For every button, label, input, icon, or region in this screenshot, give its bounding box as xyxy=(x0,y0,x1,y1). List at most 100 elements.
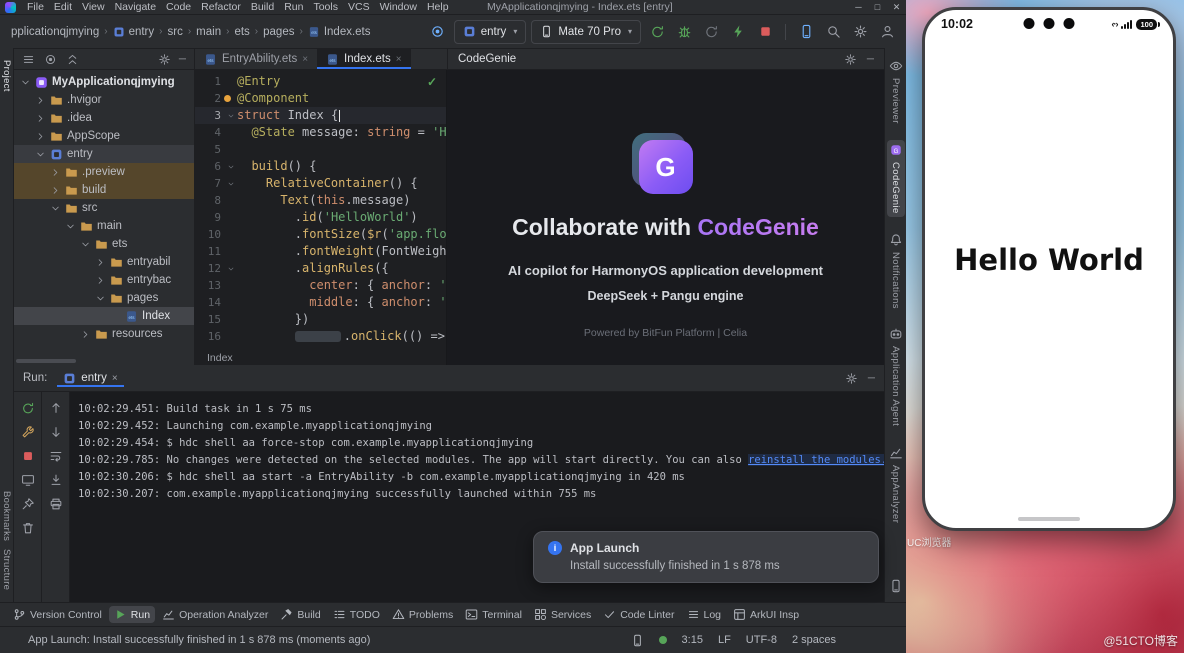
maximize-button[interactable]: □ xyxy=(868,2,887,13)
line-number[interactable]: 2 xyxy=(195,90,227,107)
stripe-appanalyzer[interactable]: AppAnalyzer xyxy=(887,443,905,526)
run-target-icon[interactable] xyxy=(427,21,449,43)
device-select[interactable]: Mate 70 Pro▾ xyxy=(531,20,641,44)
profiler-button[interactable] xyxy=(700,21,722,43)
code-line-6[interactable]: 6 build() { xyxy=(195,158,446,175)
menu-vcs[interactable]: VCS xyxy=(343,1,375,13)
toolwindow-operation-analyzer[interactable]: Operation Analyzer xyxy=(157,606,273,623)
run-wrench-icon[interactable] xyxy=(21,425,35,439)
tree-item-hvigor[interactable]: .hvigor xyxy=(14,91,194,109)
line-number[interactable]: 8 xyxy=(195,192,227,209)
stripe-structure[interactable]: Structure xyxy=(1,545,12,594)
close-tab-icon[interactable]: × xyxy=(302,54,308,65)
code-line-3[interactable]: 3struct Index { xyxy=(195,107,446,124)
fold-icon[interactable] xyxy=(227,158,237,175)
indent-indicator[interactable]: 2 spaces xyxy=(792,634,836,646)
console-scroll-end-icon[interactable] xyxy=(49,473,63,487)
profile-button[interactable] xyxy=(876,21,898,43)
stripe-codegenie[interactable]: GCodeGenie xyxy=(887,140,905,217)
code-line-2[interactable]: 2@Component xyxy=(195,90,446,107)
tree-item-myapplicationqjmying[interactable]: MyApplicationqjmying xyxy=(14,73,194,91)
tree-item-entrybac[interactable]: entrybac xyxy=(14,271,194,289)
code-line-13[interactable]: 13 center: { anchor: '__ xyxy=(195,277,446,294)
expand-arrow-icon[interactable] xyxy=(95,293,106,304)
tree-item-pages[interactable]: pages xyxy=(14,289,194,307)
expand-arrow-icon[interactable] xyxy=(35,149,46,160)
toolwindow-services[interactable]: Services xyxy=(529,606,596,623)
codegenie-settings-icon[interactable] xyxy=(844,53,857,66)
code-line-9[interactable]: 9 .id('HelloWorld') xyxy=(195,209,446,226)
run-trash-icon[interactable] xyxy=(21,521,35,535)
tree-item-preview[interactable]: .preview xyxy=(14,163,194,181)
stripe-project[interactable]: Project xyxy=(1,56,12,96)
toolwindow-run[interactable]: Run xyxy=(109,606,155,623)
project-view-icon[interactable] xyxy=(22,53,35,66)
line-ending-indicator[interactable]: LF xyxy=(718,634,731,646)
menu-file[interactable]: File xyxy=(22,1,49,13)
editor-breadcrumb[interactable]: Index xyxy=(195,350,446,365)
tree-item-index[interactable]: etsIndex xyxy=(14,307,194,325)
fold-icon[interactable] xyxy=(227,175,237,192)
breadcrumb-entry[interactable]: entry xyxy=(110,25,158,39)
tree-item-idea[interactable]: .idea xyxy=(14,109,194,127)
tree-item-resources[interactable]: resources xyxy=(14,325,194,343)
tree-item-appscope[interactable]: AppScope xyxy=(14,127,194,145)
line-number[interactable]: 9 xyxy=(195,209,227,226)
code-line-10[interactable]: 10 .fontSize($r('app.float xyxy=(195,226,446,243)
line-number[interactable]: 12 xyxy=(195,260,227,277)
code-editor[interactable]: 1@Entry2@Component3struct Index {4 @Stat… xyxy=(195,70,447,365)
encoding-indicator[interactable]: UTF-8 xyxy=(746,634,777,646)
line-number[interactable]: 10 xyxy=(195,226,227,243)
phone-mirror-window[interactable]: 10:02 ‹·› 100 Hello World xyxy=(922,7,1176,531)
breadcrumb-src[interactable]: src xyxy=(164,25,185,39)
tree-item-src[interactable]: src xyxy=(14,199,194,217)
console-arrow-up-icon[interactable] xyxy=(49,401,63,415)
locate-file-icon[interactable] xyxy=(44,53,57,66)
menu-code[interactable]: Code xyxy=(161,1,196,13)
menu-help[interactable]: Help xyxy=(422,1,454,13)
toolwindow-code-linter[interactable]: Code Linter xyxy=(598,606,679,623)
code-line-14[interactable]: 14 middle: { anchor: '__ xyxy=(195,294,446,311)
run-config-select[interactable]: entry▾ xyxy=(454,20,527,44)
hide-panel-icon[interactable]: ─ xyxy=(179,54,186,65)
close-button[interactable]: ✕ xyxy=(887,2,906,13)
code-line-16[interactable]: 16 .onClick(() => { xyxy=(195,328,446,345)
expand-arrow-icon[interactable] xyxy=(20,77,31,88)
code-line-1[interactable]: 1@Entry xyxy=(195,73,446,90)
breadcrumb-index-ets[interactable]: etsIndex.ets xyxy=(305,25,374,39)
expand-arrow-icon[interactable] xyxy=(35,95,46,106)
run-rerun-icon[interactable] xyxy=(21,401,35,415)
line-number[interactable]: 3 xyxy=(195,107,227,124)
memory-indicator[interactable]: 3:15 xyxy=(682,634,703,646)
line-number[interactable]: 15 xyxy=(195,311,227,328)
expand-arrow-icon[interactable] xyxy=(95,275,106,286)
console-arrow-down-icon[interactable] xyxy=(49,425,63,439)
settings-button[interactable] xyxy=(849,21,871,43)
expand-arrow-icon[interactable] xyxy=(80,239,91,250)
run-tab-entry[interactable]: entry × xyxy=(57,370,123,387)
expand-arrow-icon[interactable] xyxy=(50,167,61,178)
toolwindow-build[interactable]: Build xyxy=(275,606,325,623)
menu-tools[interactable]: Tools xyxy=(308,1,343,13)
breadcrumb-ets[interactable]: ets xyxy=(231,25,252,39)
expand-arrow-icon[interactable] xyxy=(35,113,46,124)
app-launch-notification[interactable]: i App Launch Install successfully finish… xyxy=(533,531,879,583)
line-number[interactable]: 11 xyxy=(195,243,227,260)
fold-icon[interactable] xyxy=(227,260,237,277)
connected-device-icon[interactable] xyxy=(631,634,644,647)
line-number[interactable]: 6 xyxy=(195,158,227,175)
device-manager-button[interactable] xyxy=(795,21,817,43)
menu-build[interactable]: Build xyxy=(246,1,279,13)
expand-arrow-icon[interactable] xyxy=(65,221,76,232)
toolwindow-todo[interactable]: TODO xyxy=(328,606,385,623)
stripe-device[interactable] xyxy=(887,576,905,596)
run-hide-icon[interactable]: ─ xyxy=(868,373,875,384)
tab-index-ets[interactable]: etsIndex.ets× xyxy=(317,49,411,69)
close-tab-icon[interactable]: × xyxy=(396,54,402,65)
breadcrumb-main[interactable]: main xyxy=(193,25,224,39)
toolwindow-terminal[interactable]: Terminal xyxy=(460,606,527,623)
run-settings-icon[interactable] xyxy=(845,372,858,385)
code-line-4[interactable]: 4 @State message: string = 'Hel xyxy=(195,124,446,141)
console-wrap-icon[interactable] xyxy=(49,449,63,463)
code-line-11[interactable]: 11 .fontWeight(FontWeight. xyxy=(195,243,446,260)
